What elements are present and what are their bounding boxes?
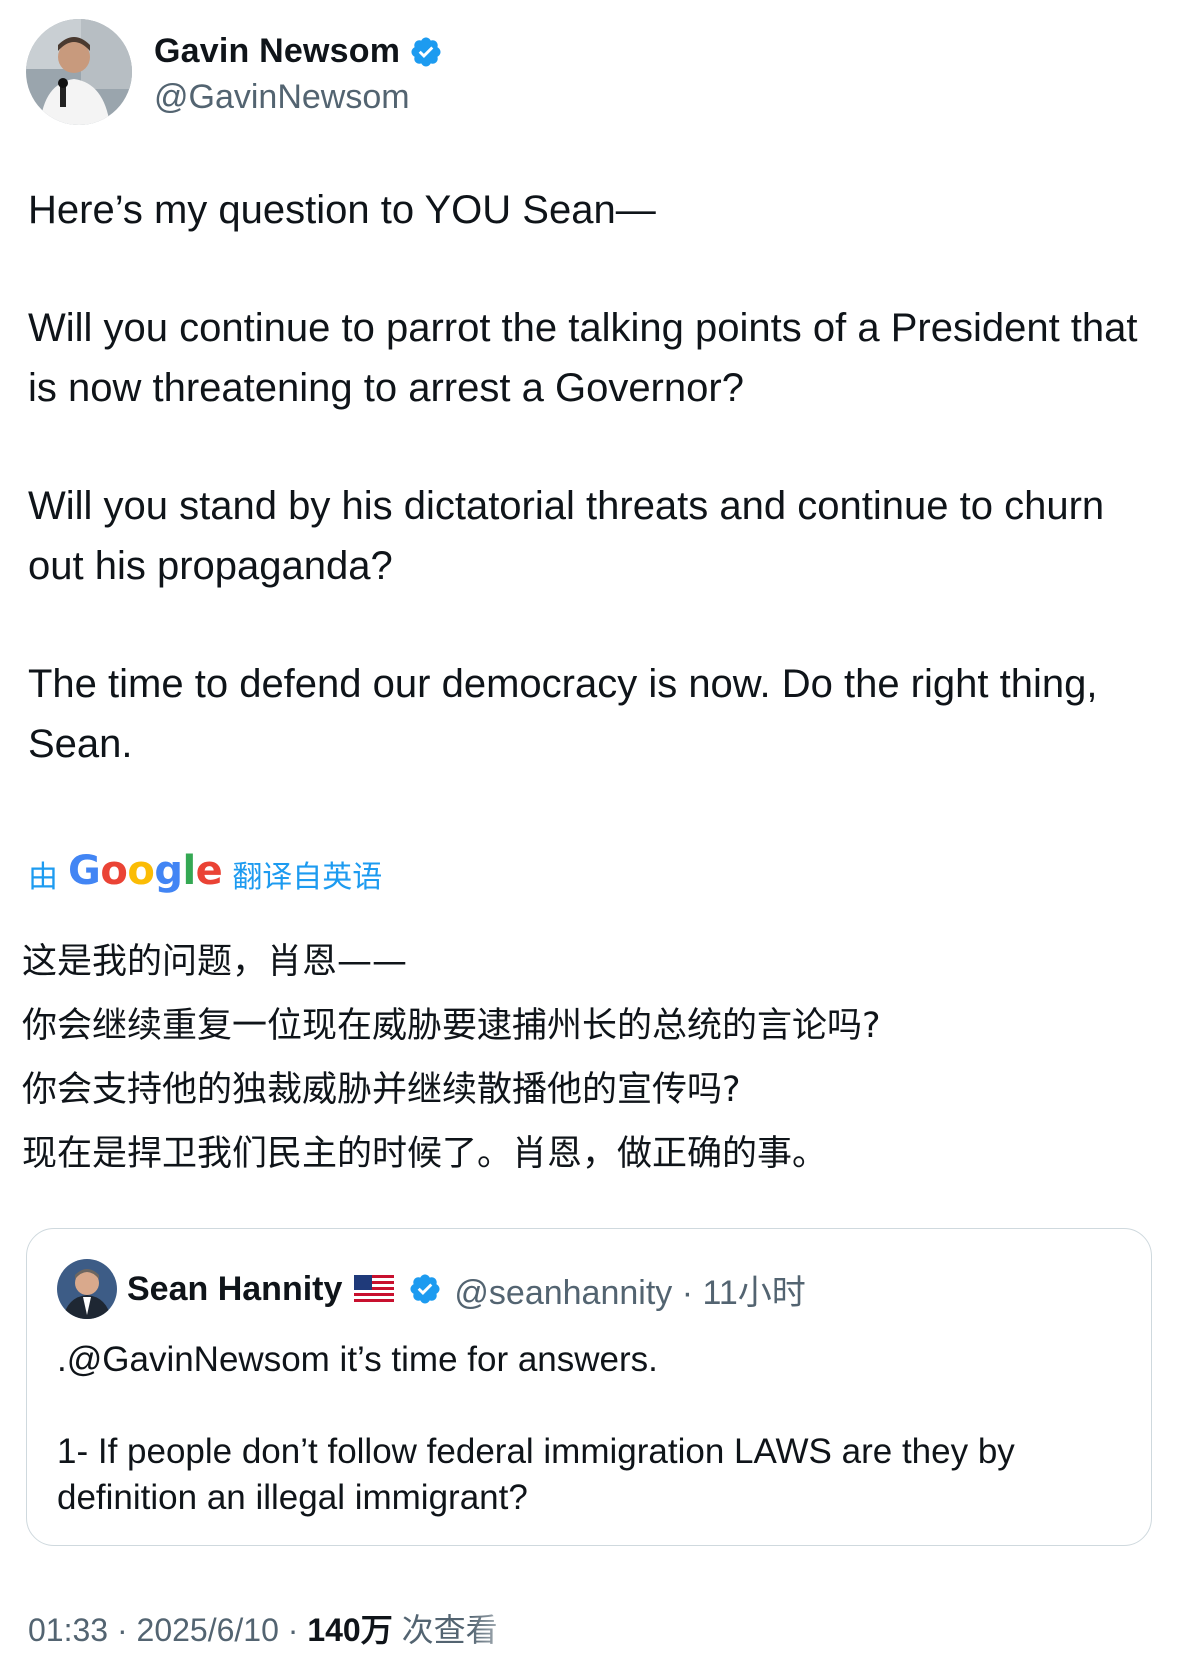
translated-text: 这是我的问题，肖恩—— 你会继续重复一位现在威胁要逮捕州长的总统的言论吗? 你会… (22, 930, 1152, 1186)
tweet-paragraph: Here’s my question to YOU Sean— (28, 188, 656, 232)
watermark-overlay (470, 1606, 680, 1654)
tweet-paragraph: Will you stand by his dictatorial threat… (28, 484, 1105, 588)
quoted-tweet-body: .@GavinNewsom it’s time for answers. 1- … (57, 1337, 1117, 1567)
verified-badge-icon (411, 36, 441, 67)
author-name[interactable]: Gavin Newsom (154, 32, 400, 71)
tweet-paragraph: The time to defend our democracy is now.… (28, 662, 1098, 766)
timestamp[interactable]: 01:33 · 2025/6/10 · (28, 1612, 307, 1648)
tweet-meta: 01:33 · 2025/6/10 · 140万 次查看 (28, 1605, 498, 1651)
translated-line: 现在是捍卫我们民主的时候了。肖恩，做正确的事。 (22, 1134, 828, 1174)
google-logo: Google (68, 848, 223, 894)
us-flag-icon (354, 1275, 395, 1303)
author-handle[interactable]: @GavinNewsom (154, 78, 443, 117)
quoted-author-name[interactable]: Sean Hannity (127, 1270, 342, 1309)
quoted-paragraph: .@GavinNewsom it’s time for answers. (57, 1340, 658, 1379)
quoted-author-avatar[interactable] (57, 1259, 117, 1319)
translation-attribution[interactable]: 由 Google 翻译自英语 (28, 848, 382, 900)
view-count: 140万 (307, 1612, 393, 1648)
translated-line: 这是我的问题，肖恩—— (22, 942, 408, 982)
translated-line: 你会支持他的独裁威胁并继续散播他的宣传吗? (22, 1070, 741, 1110)
tweet-header: Gavin Newsom @GavinNewsom (26, 18, 443, 126)
quoted-tweet-card[interactable]: Sean Hannity @seanhannity · 11小时 .@Gavin… (26, 1228, 1152, 1546)
author-avatar[interactable] (26, 19, 132, 125)
translated-line: 你会继续重复一位现在威胁要逮捕州长的总统的言论吗? (22, 1006, 881, 1046)
quoted-paragraph: 1- If people don’t follow federal immigr… (57, 1432, 1015, 1517)
quoted-tweet-header: Sean Hannity @seanhannity · 11小时 (57, 1257, 806, 1321)
translated-by-label: 由 (28, 861, 58, 894)
translated-from-label: 翻译自英语 (232, 861, 383, 894)
tweet-paragraph: Will you continue to parrot the talking … (28, 306, 1138, 410)
verified-badge-icon (410, 1274, 440, 1304)
quoted-author-handle-time[interactable]: @seanhannity · 11小时 (454, 1265, 805, 1314)
tweet-body: Here’s my question to YOU Sean— Will you… (28, 180, 1158, 832)
